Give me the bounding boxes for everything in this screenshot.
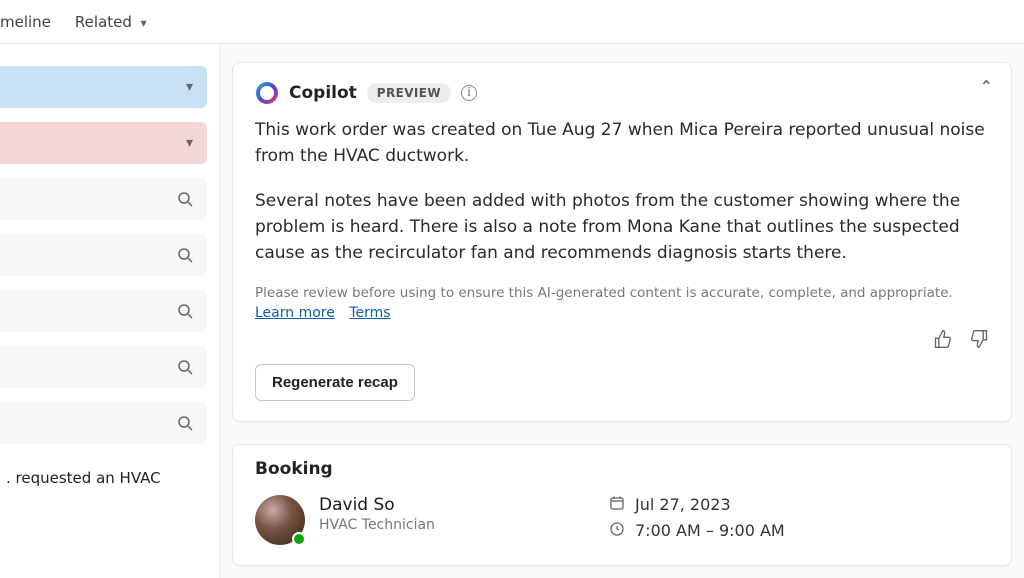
copilot-summary-p2: Several notes have been added with photo… <box>255 188 989 267</box>
left-panel-item-2[interactable]: ▾ <box>0 122 207 164</box>
chevron-down-icon: ▾ <box>141 16 147 30</box>
copilot-icon <box>255 81 279 105</box>
search-icon[interactable] <box>177 415 193 431</box>
avatar[interactable] <box>255 495 305 545</box>
left-panel: ▾ ▾ . requ <box>0 44 220 578</box>
copilot-summary: This work order was created on Tue Aug 2… <box>255 117 989 267</box>
regenerate-recap-button[interactable]: Regenerate recap <box>255 364 415 401</box>
calendar-icon <box>609 495 625 515</box>
left-panel-item-4[interactable] <box>0 234 207 276</box>
thumbs-up-icon[interactable] <box>933 329 953 354</box>
booking-section-title: Booking <box>255 459 989 479</box>
booking-row: David So HVAC Technician Jul 27, 2023 <box>255 495 989 545</box>
tab-related-label: Related <box>75 13 132 31</box>
booking-when: Jul 27, 2023 7:00 AM – 9:00 AM <box>609 495 785 541</box>
booking-card: Booking David So HVAC Technician Jul 27,… <box>232 444 1012 566</box>
left-panel-footer-text: . requested an HVAC <box>0 458 219 490</box>
preview-badge: PREVIEW <box>367 83 451 103</box>
thumbs-down-icon[interactable] <box>969 329 989 354</box>
copilot-title: Copilot <box>289 83 357 103</box>
search-icon[interactable] <box>177 359 193 375</box>
chevron-down-icon[interactable]: ▾ <box>186 79 193 95</box>
collapse-icon[interactable]: ⌃ <box>980 77 993 96</box>
left-panel-item-7[interactable] <box>0 402 207 444</box>
learn-more-link[interactable]: Learn more <box>255 305 335 321</box>
feedback-row <box>255 329 989 354</box>
main-content: ⌃ Copilot PREVIEW <box>220 44 1024 578</box>
copilot-recap-card: ⌃ Copilot PREVIEW <box>232 62 1012 422</box>
booking-time: 7:00 AM – 9:00 AM <box>635 521 785 540</box>
left-panel-item-5[interactable] <box>0 290 207 332</box>
tab-related[interactable]: Related ▾ <box>75 3 147 41</box>
tab-timeline[interactable]: meline <box>0 3 51 41</box>
left-panel-item-1[interactable]: ▾ <box>0 66 207 108</box>
clock-icon <box>609 521 625 541</box>
search-icon[interactable] <box>177 191 193 207</box>
chevron-down-icon[interactable]: ▾ <box>186 135 193 151</box>
tab-bar: meline Related ▾ <box>0 0 1024 44</box>
left-panel-item-3[interactable] <box>0 178 207 220</box>
tab-timeline-label: meline <box>0 13 51 31</box>
terms-link[interactable]: Terms <box>349 305 390 321</box>
booking-resource-role: HVAC Technician <box>319 517 609 533</box>
info-icon[interactable]: i <box>461 85 477 101</box>
copilot-links: Learn more Terms <box>255 305 989 321</box>
booking-resource-name: David So <box>319 495 609 515</box>
search-icon[interactable] <box>177 247 193 263</box>
copilot-summary-p1: This work order was created on Tue Aug 2… <box>255 117 989 170</box>
ai-disclaimer: Please review before using to ensure thi… <box>255 285 989 301</box>
presence-available-icon <box>292 532 306 546</box>
booking-resource: David So HVAC Technician <box>319 495 609 533</box>
copilot-header: Copilot PREVIEW i <box>255 81 989 105</box>
booking-date: Jul 27, 2023 <box>635 495 731 514</box>
left-panel-item-6[interactable] <box>0 346 207 388</box>
search-icon[interactable] <box>177 303 193 319</box>
